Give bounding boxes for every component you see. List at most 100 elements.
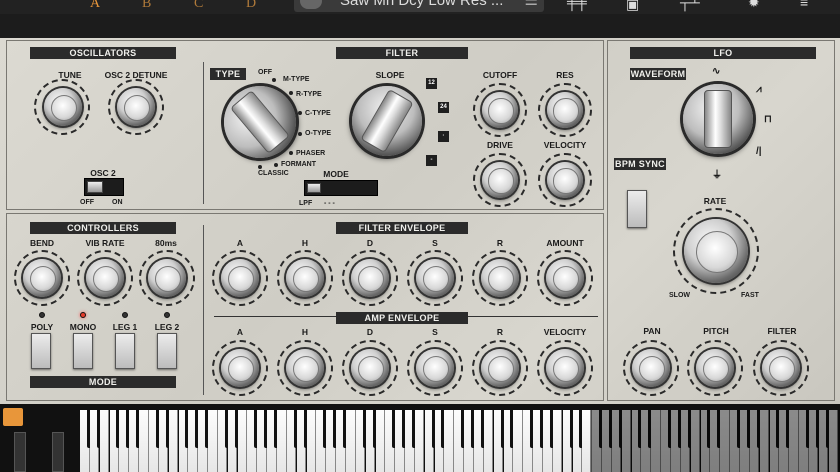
osc2-detune-knob[interactable]	[117, 88, 155, 126]
sine-wave-icon[interactable]: ∿	[712, 66, 720, 77]
white-key[interactable]	[375, 410, 386, 472]
lfo-rate-knob[interactable]	[684, 219, 748, 283]
preset-menu-icon: ☰	[524, 0, 538, 9]
fenv-attack-knob[interactable]	[221, 259, 259, 297]
ramp-wave-icon[interactable]: /|	[756, 146, 762, 157]
tune-label: TUNE	[58, 70, 82, 80]
aenv-hold-knob[interactable]	[286, 349, 324, 387]
lfo-pan-knob[interactable]	[632, 349, 670, 387]
osc2-on-label: ON	[112, 199, 123, 206]
type-off[interactable]: OFF	[258, 69, 272, 76]
aenv-sustain-knob[interactable]	[416, 349, 454, 387]
square-wave-icon[interactable]: ⊓	[764, 114, 772, 125]
white-key[interactable]	[306, 410, 317, 472]
aenv-attack-knob[interactable]	[221, 349, 259, 387]
slot-c[interactable]: C	[194, 0, 203, 12]
white-key[interactable]	[237, 410, 248, 472]
pitch-wheel[interactable]	[14, 432, 26, 472]
vib-rate-knob[interactable]	[86, 259, 124, 297]
mono-led	[80, 312, 86, 318]
white-key[interactable]	[345, 410, 356, 472]
white-key[interactable]	[168, 410, 179, 472]
mono-label: MONO	[69, 322, 97, 332]
leg1-button[interactable]	[115, 333, 135, 369]
slope-24[interactable]: 24	[438, 102, 449, 113]
preset-selector[interactable]: Saw Mn Dcy Low Res ... ☰	[294, 0, 544, 12]
filter-mode-switch[interactable]	[304, 180, 378, 196]
osc2-switch[interactable]	[84, 178, 124, 196]
res-knob[interactable]	[547, 92, 583, 128]
white-key[interactable]	[414, 410, 425, 472]
bpm-sync-button[interactable]	[627, 190, 647, 228]
lfo-waveform-selector[interactable]	[683, 84, 753, 154]
white-key[interactable]	[483, 410, 494, 472]
camera-icon[interactable]: ▣	[626, 0, 639, 13]
aenv-s-label: S	[432, 327, 438, 337]
vib-time-knob[interactable]	[148, 259, 186, 297]
aenv-velocity-label: VELOCITY	[543, 327, 587, 337]
slope-12[interactable]: 12	[426, 78, 437, 89]
amp-envelope-header: AMP ENVELOPE	[336, 312, 468, 324]
fenv-h-label: H	[301, 238, 309, 248]
aenv-a-label: A	[236, 327, 244, 337]
fenv-amount-knob[interactable]	[546, 259, 584, 297]
top-bar: A B C D Saw Mn Dcy Low Res ... ☰ ╪╪ ▣ ┬┴…	[0, 0, 840, 14]
waveform-label: WAVEFORM	[630, 68, 686, 80]
slot-a[interactable]: A	[90, 0, 100, 12]
aenv-decay-knob[interactable]	[351, 349, 389, 387]
white-key[interactable]	[277, 410, 287, 472]
white-key[interactable]	[444, 410, 455, 472]
white-key[interactable]	[208, 410, 218, 472]
drive-label: DRIVE	[487, 140, 513, 150]
type-o[interactable]: O-TYPE	[305, 130, 331, 137]
slot-d[interactable]: D	[246, 0, 256, 12]
drive-knob[interactable]	[482, 162, 518, 198]
fenv-sustain-knob[interactable]	[416, 259, 454, 297]
pitch-label: PITCH	[703, 326, 729, 336]
tune-knob[interactable]	[44, 88, 82, 126]
mod-wheel[interactable]	[52, 432, 64, 472]
slot-b[interactable]: B	[142, 0, 151, 12]
bend-knob[interactable]	[23, 259, 61, 297]
menu-icon[interactable]: ≡	[800, 0, 808, 10]
type-formant[interactable]: FORMANT	[281, 161, 316, 168]
filter-velocity-label: VELOCITY	[543, 140, 587, 150]
white-key[interactable]	[513, 410, 523, 472]
type-r[interactable]: R-TYPE	[296, 91, 322, 98]
leg2-button[interactable]	[157, 333, 177, 369]
saw-wave-icon[interactable]: ⩘	[756, 84, 762, 95]
slope-4[interactable]: -	[426, 155, 437, 166]
lfo-pitch-knob[interactable]	[696, 349, 734, 387]
slope-3[interactable]: ·	[438, 131, 449, 142]
type-phaser[interactable]: PHASER	[296, 150, 325, 157]
mode-label: MODE	[323, 169, 349, 179]
lfo-filter-knob[interactable]	[762, 349, 800, 387]
type-m[interactable]: M-TYPE	[283, 76, 309, 83]
aenv-release-knob[interactable]	[481, 349, 519, 387]
divider	[203, 225, 204, 395]
white-key[interactable]	[552, 410, 563, 472]
poly-button[interactable]	[31, 333, 51, 369]
fenv-release-knob[interactable]	[481, 259, 519, 297]
controllers-header: CONTROLLERS	[30, 222, 176, 234]
mono-button[interactable]	[73, 333, 93, 369]
type-c[interactable]: C-TYPE	[305, 110, 331, 117]
settings-gear-icon[interactable]: ✹	[748, 0, 760, 11]
mixer-sliders-icon[interactable]: ╪╪	[567, 0, 587, 10]
random-wave-icon[interactable]: ⏚	[712, 166, 722, 181]
filter-envelope-header: FILTER ENVELOPE	[336, 222, 468, 234]
filter-header: FILTER	[336, 47, 468, 59]
filter-velocity-knob[interactable]	[547, 162, 583, 198]
type-classic[interactable]: CLASSIC	[258, 170, 289, 177]
cutoff-knob[interactable]	[482, 92, 518, 128]
fenv-s-label: S	[432, 238, 438, 248]
fenv-hold-knob[interactable]	[286, 259, 324, 297]
white-key[interactable]	[139, 410, 149, 472]
aenv-d-label: D	[366, 327, 374, 337]
white-key[interactable]	[99, 410, 110, 472]
slow-label: SLOW	[669, 292, 690, 299]
keyboard-icon[interactable]	[3, 408, 23, 426]
fenv-decay-knob[interactable]	[351, 259, 389, 297]
network-icon[interactable]: ┬┴	[680, 0, 700, 10]
aenv-velocity-knob[interactable]	[546, 349, 584, 387]
